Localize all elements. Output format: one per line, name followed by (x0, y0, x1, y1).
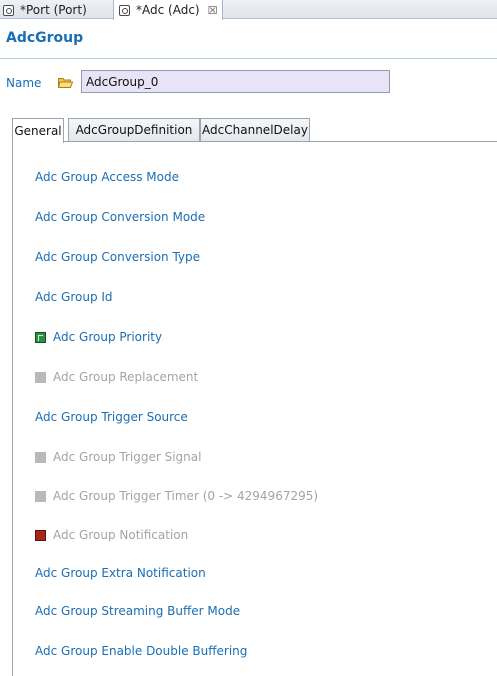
field-label[interactable]: Adc Group Access Mode (35, 170, 179, 184)
name-label: Name (6, 76, 42, 90)
name-input[interactable] (81, 70, 390, 93)
field-adc-group-extra-notification[interactable]: Adc Group Extra Notification (35, 565, 206, 581)
field-adc-group-trigger-signal[interactable]: Adc Group Trigger Signal (35, 449, 201, 465)
field-label[interactable]: Adc Group Conversion Mode (35, 210, 205, 224)
tab-adcgroupdefinition[interactable]: AdcGroupDefinition (68, 118, 200, 141)
field-label: Adc Group Replacement (53, 370, 199, 384)
disabled-toggle-icon[interactable] (35, 490, 46, 502)
field-label[interactable]: Adc Group Extra Notification (35, 566, 206, 580)
field-label[interactable]: Adc Group Priority (53, 330, 162, 344)
tab-label: General (14, 124, 62, 138)
disabled-toggle-icon[interactable] (35, 451, 46, 463)
field-adc-group-conversion-mode[interactable]: Adc Group Conversion Mode (35, 209, 205, 225)
field-label[interactable]: Adc Group Conversion Type (35, 250, 200, 264)
disabled-toggle-icon[interactable] (35, 371, 46, 383)
field-adc-group-priority[interactable]: Adc Group Priority (35, 329, 162, 345)
field-adc-group-enable-double-buffering[interactable]: Adc Group Enable Double Buffering (35, 643, 247, 659)
field-adc-group-trigger-source[interactable]: Adc Group Trigger Source (35, 409, 188, 425)
field-adc-group-trigger-timer[interactable]: Adc Group Trigger Timer (0 -> 4294967295… (35, 488, 318, 504)
field-adc-group-conversion-type[interactable]: Adc Group Conversion Type (35, 249, 200, 265)
tab-adcchanneldelay[interactable]: AdcChannelDelay (200, 118, 310, 141)
editor-tab-label: *Adc (Adc) (136, 3, 200, 17)
enable-toggle-icon[interactable] (35, 331, 46, 343)
field-adc-group-id[interactable]: Adc Group Id (35, 289, 113, 305)
config-file-icon (118, 4, 130, 16)
field-label: Adc Group Trigger Signal (53, 450, 202, 464)
editor-tab-strip: *Port (Port) *Adc (Adc) ☒ (0, 0, 497, 20)
page-title: AdcGroup (6, 30, 84, 46)
editor-tab-port[interactable]: *Port (Port) (2, 0, 114, 19)
editor-tab-label: *Port (Port) (20, 2, 87, 17)
field-adc-group-replacement[interactable]: Adc Group Replacement (35, 369, 198, 385)
tab-label: AdcChannelDelay (202, 123, 308, 137)
folder-icon[interactable] (58, 77, 73, 88)
field-adc-group-access-mode[interactable]: Adc Group Access Mode (35, 169, 179, 185)
editor-tab-adc[interactable]: *Adc (Adc) ☒ (113, 0, 223, 20)
field-label[interactable]: Adc Group Streaming Buffer Mode (35, 604, 240, 618)
config-file-icon (2, 4, 14, 16)
tab-bar: General AdcGroupDefinition AdcChannelDel… (12, 118, 497, 143)
title-divider (0, 58, 497, 59)
field-label: Adc Group Notification (53, 528, 189, 542)
field-adc-group-notification[interactable]: Adc Group Notification (35, 527, 188, 543)
field-label: Adc Group Trigger Timer (0 -> 4294967295… (53, 489, 319, 503)
tab-label: AdcGroupDefinition (75, 123, 193, 137)
field-label[interactable]: Adc Group Enable Double Buffering (35, 644, 247, 658)
close-icon[interactable]: ☒ (208, 4, 218, 17)
field-label[interactable]: Adc Group Id (35, 290, 113, 304)
error-toggle-icon[interactable] (35, 529, 46, 541)
field-label[interactable]: Adc Group Trigger Source (35, 410, 188, 424)
tab-general[interactable]: General (12, 118, 64, 143)
field-adc-group-streaming-buffer-mode[interactable]: Adc Group Streaming Buffer Mode (35, 603, 240, 619)
